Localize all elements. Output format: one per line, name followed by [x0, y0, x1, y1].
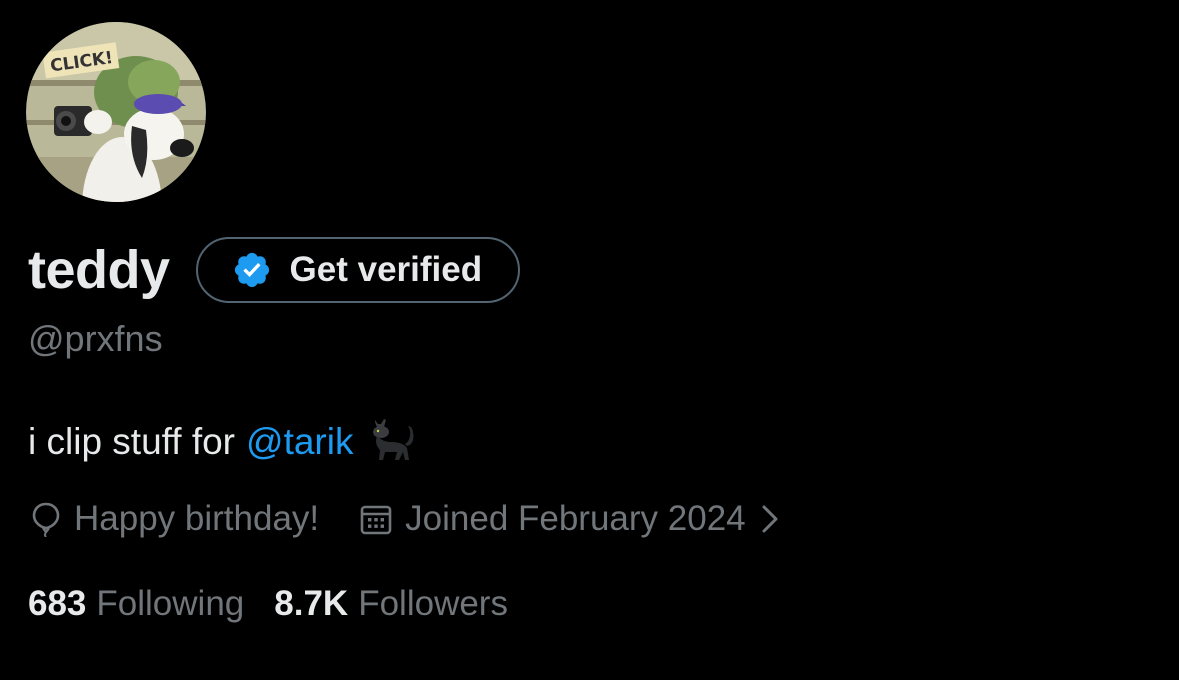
following-label: Following: [96, 584, 245, 623]
bio-mention-link[interactable]: @tarik: [246, 421, 353, 463]
bio-text: i clip stuff for: [28, 421, 236, 462]
following-count: 683: [28, 584, 87, 623]
balloon-icon: [32, 502, 60, 537]
followers-label: Followers: [358, 584, 508, 623]
cat-emoji-icon: [373, 419, 414, 460]
birthday-item: Happy birthday!: [30, 499, 319, 539]
user-handle: @prxfns: [28, 318, 163, 359]
get-verified-label: Get verified: [289, 250, 483, 289]
birthday-text: Happy birthday!: [74, 499, 320, 538]
verified-badge-icon: [234, 252, 269, 288]
get-verified-button[interactable]: Get verified: [195, 237, 521, 303]
followers-count: 8.7K: [274, 584, 349, 623]
calendar-icon: [360, 505, 392, 535]
profile-avatar[interactable]: CLICK!: [26, 22, 206, 202]
name-row: teddy Get verified: [28, 234, 521, 306]
joined-date-text: Joined February 2024: [405, 499, 746, 538]
follow-stats: 683 Following 8.7K Followers: [28, 584, 508, 624]
profile-meta: Happy birthday! Joined February 2024: [30, 496, 780, 542]
avatar-image: CLICK!: [26, 22, 206, 202]
display-name: teddy: [28, 240, 170, 300]
followers-link[interactable]: 8.7K Followers: [274, 584, 508, 624]
profile-bio: i clip stuff for @tarik: [28, 416, 417, 468]
following-link[interactable]: 683 Following: [28, 584, 244, 624]
joined-date-item[interactable]: Joined February 2024: [359, 499, 780, 539]
chevron-right-icon: [762, 505, 778, 533]
